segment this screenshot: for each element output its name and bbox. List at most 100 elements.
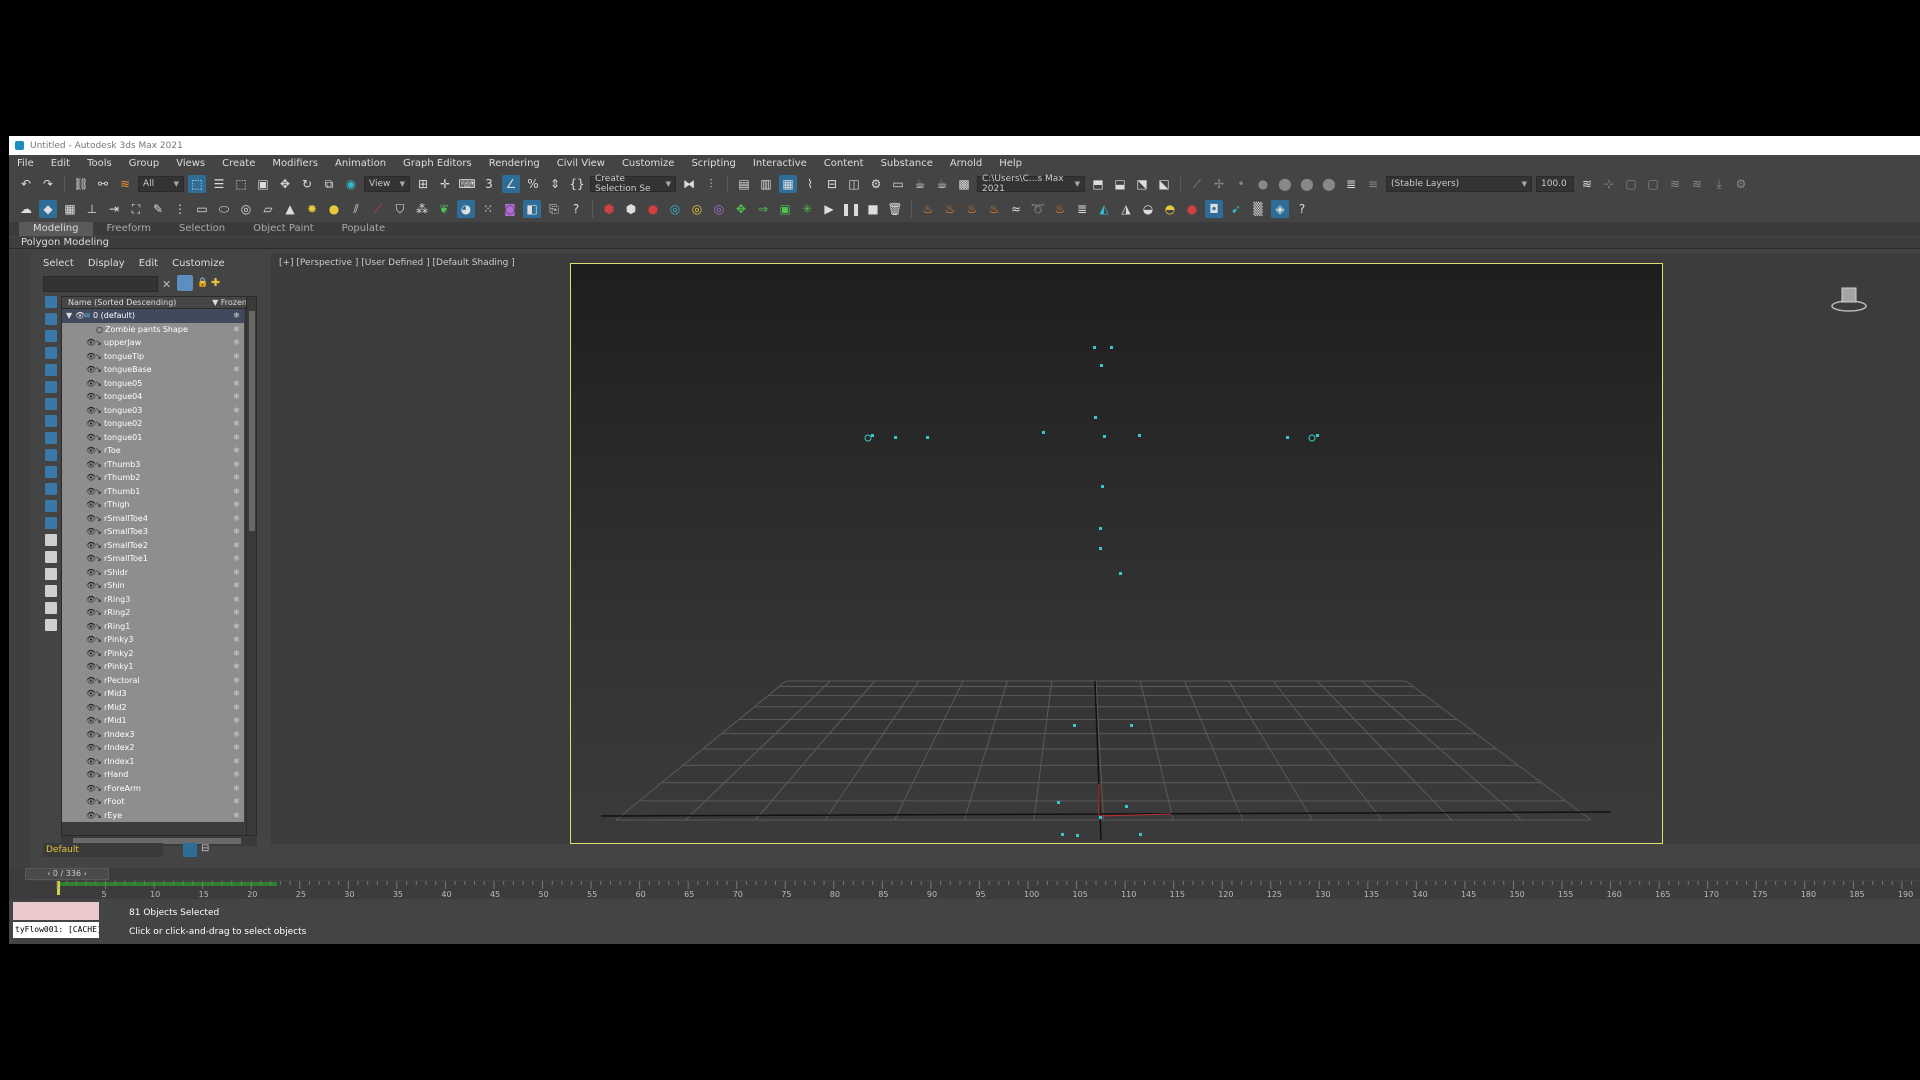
eye-icon[interactable]: 👁 [86, 446, 96, 455]
select-none-icon[interactable] [45, 551, 57, 563]
eye-icon[interactable]: 👁 [86, 797, 96, 806]
freeze-icon[interactable]: ❄ [233, 811, 240, 820]
viewcube-box[interactable] [1841, 287, 1857, 303]
light-icon[interactable]: ✹ [303, 200, 321, 218]
eye-icon[interactable]: 👁 [86, 770, 96, 779]
list-item[interactable]: 👁 ↘ rToe ❄ [62, 444, 244, 458]
toggle-scene-explorer-icon[interactable]: ▤ [735, 175, 753, 193]
render-icon[interactable]: ◈ [1271, 200, 1289, 218]
freeze-icon[interactable]: ❄ [233, 365, 240, 374]
ribbon-panel-polygon-modeling[interactable]: Polygon Modeling [9, 237, 1920, 249]
list-item[interactable]: 👁 ↘ rMid2 ❄ [62, 700, 244, 714]
export-icon[interactable]: ⤓ [1710, 175, 1728, 193]
align-icon[interactable]: ⫶ [702, 175, 720, 193]
set-project-folder-icon[interactable]: ⬒ [1089, 175, 1107, 193]
eye-icon[interactable]: 👁 [86, 635, 96, 644]
eye-icon[interactable]: 👁 [86, 811, 96, 820]
undo-icon[interactable]: ↶ [17, 175, 35, 193]
delete-icon[interactable]: 🗑 [886, 200, 904, 218]
circle-large-icon[interactable]: ⬤ [1276, 175, 1294, 193]
dot-small-icon[interactable]: • [1232, 175, 1250, 193]
redo-icon[interactable]: ↷ [39, 175, 57, 193]
eye-icon[interactable]: 👁 [86, 784, 96, 793]
settings-icon[interactable]: ⚙ [1732, 175, 1750, 193]
list-item[interactable]: 👁 ↘ rSmallToe2 ❄ [62, 538, 244, 552]
render-production-icon[interactable]: ☕ [911, 175, 929, 193]
stack-icon[interactable]: ≋ [1578, 175, 1596, 193]
freeze-icon[interactable]: ❄ [233, 770, 240, 779]
list-item[interactable]: 👁 ↘ tongue03 ❄ [62, 403, 244, 417]
unlink-icon[interactable]: ⚯ [94, 175, 112, 193]
toggle-ribbon-icon[interactable]: ▦ [779, 175, 797, 193]
grid-icon[interactable]: ▦ [61, 200, 79, 218]
fire-4-icon[interactable]: ♨ [985, 200, 1003, 218]
stack-outline-icon[interactable]: ≋ [1666, 175, 1684, 193]
list-item[interactable]: 👁 ↘ rMid1 ❄ [62, 714, 244, 728]
eye-icon[interactable]: 👁 [86, 689, 96, 698]
clear-search-icon[interactable]: ✕ [162, 278, 171, 291]
reference-coordinate-dropdown[interactable]: View ▼ [364, 176, 410, 192]
maxscript-listener-output[interactable] [13, 902, 99, 920]
freeze-icon[interactable]: ❄ [233, 662, 240, 671]
display-all-icon[interactable] [45, 296, 57, 308]
display-bones-icon[interactable] [45, 449, 57, 461]
freeze-icon[interactable]: ❄ [233, 622, 240, 631]
shape-icon[interactable]: ◧ [523, 200, 541, 218]
column-name-header[interactable]: Name (Sorted Descending) [68, 298, 176, 307]
add-to-layer-icon[interactable]: ⬕ [1155, 175, 1173, 193]
menu-views[interactable]: Views [176, 158, 205, 169]
scrollbar-thumb[interactable] [249, 311, 255, 531]
create-layer-icon[interactable]: ⬔ [1133, 175, 1151, 193]
eye-icon[interactable]: 👁 [86, 676, 96, 685]
arrow-cyan-icon[interactable]: ➹ [1227, 200, 1245, 218]
ribbon-tab-selection[interactable]: Selection [165, 222, 239, 236]
freeze-icon[interactable]: ❄ [233, 325, 240, 334]
stack-outline-2-icon[interactable]: ≋ [1688, 175, 1706, 193]
menu-modifiers[interactable]: Modifiers [272, 158, 318, 169]
eye-icon[interactable]: 👁 [86, 554, 96, 563]
circle-filled-icon[interactable]: ⬤ [1298, 175, 1316, 193]
burst-green-icon[interactable]: ✳ [798, 200, 816, 218]
angle-snap-icon[interactable]: ∠ [502, 175, 520, 193]
hair-icon[interactable]: ⫽ [347, 200, 365, 218]
pivot-center-icon[interactable]: ⊞ [414, 175, 432, 193]
display-shapes-icon[interactable] [45, 330, 57, 342]
selection-filter-dropdown[interactable]: All ▼ [138, 176, 184, 192]
ring-purple-icon[interactable]: ◎ [710, 200, 728, 218]
list-item[interactable]: 👁 ↘ rThumb1 ❄ [62, 484, 244, 498]
list-item[interactable]: 👁 ↘ tongue04 ❄ [62, 390, 244, 404]
add-layer-icon[interactable]: ✚ [211, 276, 220, 289]
freeze-icon[interactable]: ❄ [233, 554, 240, 563]
snapshot-icon[interactable]: ⛶ [127, 200, 145, 218]
eye-icon[interactable]: 👁 [86, 743, 96, 752]
eye-icon[interactable]: 👁 [86, 649, 96, 658]
freeze-icon[interactable]: ❄ [233, 649, 240, 658]
render-activeshade-icon[interactable]: ▩ [955, 175, 973, 193]
lock-icon[interactable]: 🔒 [197, 278, 208, 288]
rendered-frame-window-icon[interactable]: ▭ [889, 175, 907, 193]
freeze-icon[interactable]: ❄ [233, 757, 240, 766]
freeze-icon[interactable]: ❄ [233, 676, 240, 685]
list-item[interactable]: 👁 ↘ rPinky3 ❄ [62, 633, 244, 647]
place-icon[interactable]: ◉ [342, 175, 360, 193]
list-item[interactable]: 👁 ↘ rSmallToe3 ❄ [62, 525, 244, 539]
list-item[interactable]: 👁 ↘ tongueTip ❄ [62, 349, 244, 363]
freeze-icon[interactable]: ❄ [233, 338, 240, 347]
eye-icon[interactable]: 👁 [86, 460, 96, 469]
record-icon[interactable]: ● [1183, 200, 1201, 218]
grip-icon[interactable]: ⊹ [1600, 175, 1618, 193]
edit-named-selection-icon[interactable]: {} [568, 175, 586, 193]
freeze-icon[interactable]: ❄ [233, 608, 240, 617]
pointer-icon[interactable]: ⇥ [105, 200, 123, 218]
eye-icon[interactable]: 👁 [75, 311, 85, 320]
geosphere-icon[interactable]: ◎ [237, 200, 255, 218]
list-item[interactable]: 👁 ↘ rHand ❄ [62, 768, 244, 782]
freeze-icon[interactable]: ❄ [233, 473, 240, 482]
link-icon[interactable]: ⛓ [72, 175, 90, 193]
box-outline-icon[interactable]: ▢ [1622, 175, 1640, 193]
eye-icon[interactable]: 👁 [86, 716, 96, 725]
wind-icon[interactable]: ≈ [1007, 200, 1025, 218]
menu-animation[interactable]: Animation [335, 158, 386, 169]
ribbon-tab-populate[interactable]: Populate [328, 222, 399, 236]
rectangular-region-icon[interactable]: ⬚ [232, 175, 250, 193]
